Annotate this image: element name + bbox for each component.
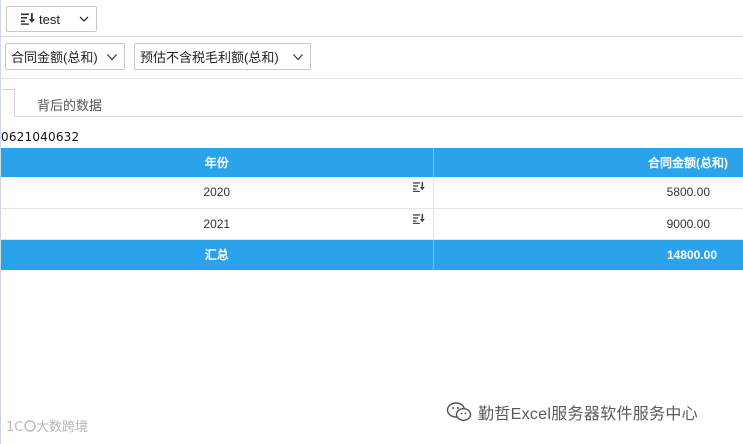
toolbar-divider [0,36,743,37]
table-header-row: 年份 合同金额(总和) [1,148,743,177]
year-value: 2020 [203,185,231,200]
table-total-row: 汇总 14800.00 [1,239,743,270]
tab-collapsed[interactable] [2,89,15,117]
chevron-down-icon [293,53,303,60]
watermark-right: 勤哲Excel服务器软件服务中心 [446,400,698,424]
chevron-down-icon [107,53,117,60]
gross-profit-selector[interactable]: 预估不含税毛利额(总和) [134,43,311,70]
gross-profit-label: 预估不含税毛利额(总和) [140,50,279,65]
sort-desc-icon[interactable] [412,181,425,193]
amount-cell: 5800.00 [433,177,743,209]
data-table: 年份 合同金额(总和) 2020 5800.00 2021 9000.00 汇总… [1,148,743,270]
year-value: 2021 [203,216,231,231]
sort-desc-icon[interactable] [412,213,425,225]
total-label: 汇总 [1,239,434,270]
test-label: test [39,11,60,27]
svg-text:1C: 1C [6,420,23,434]
tab-data-behind[interactable]: 背后的数据 [37,95,102,114]
total-value: 14800.00 [433,239,743,270]
column-header-year[interactable]: 年份 [1,148,434,177]
table-row: 2021 9000.00 [1,208,743,240]
sort-desc-icon [21,13,35,25]
year-cell: 2020 [1,177,434,209]
watermark-left-text: 大数跨境 [36,419,89,434]
watermark-right-text: 勤哲Excel服务器软件服务中心 [478,406,698,423]
table-row: 2020 5800.00 [1,177,743,209]
filter-divider [0,78,743,79]
tab-underline [15,116,743,117]
chevron-down-icon [79,16,89,22]
contract-amount-selector[interactable]: 合同金额(总和) [5,43,125,70]
column-header-amount[interactable]: 合同金额(总和) [433,148,743,177]
watermark-left: 1C 大数跨境 [6,416,88,435]
test-dropdown-button[interactable]: test [6,6,97,32]
amount-cell: 9000.00 [433,208,743,240]
wechat-icon [446,402,472,422]
record-id: 0621040632 [1,130,80,144]
year-cell: 2021 [1,208,434,240]
contract-amount-label: 合同金额(总和) [11,50,98,65]
watermark-logo-icon: 1C [6,420,36,434]
